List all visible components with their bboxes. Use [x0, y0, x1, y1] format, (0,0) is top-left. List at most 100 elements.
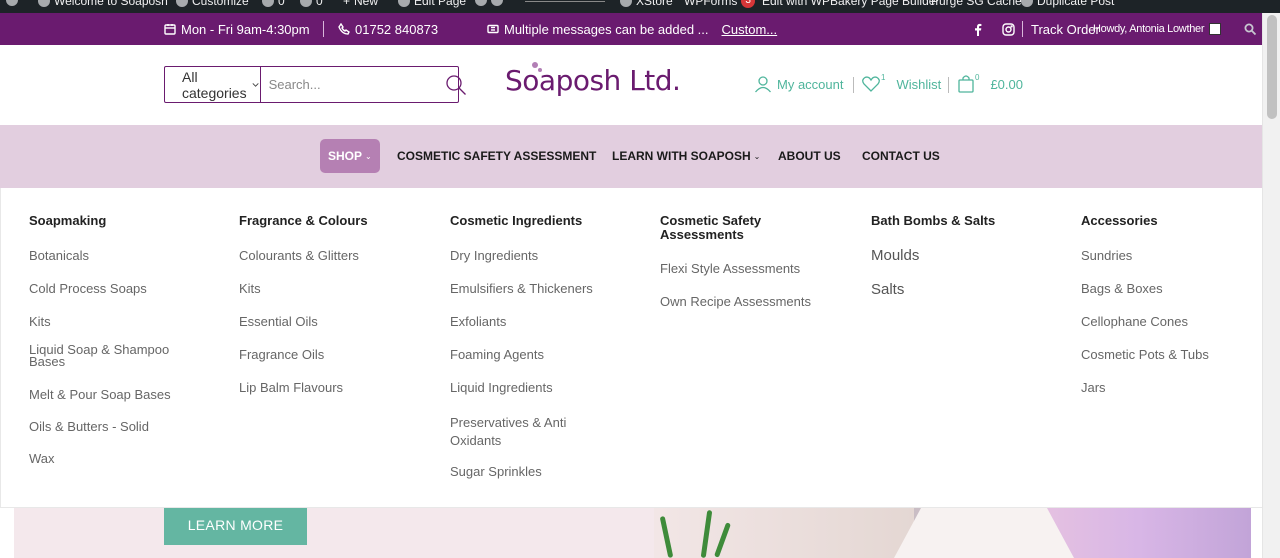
main-navigation: SHOP ⌄ COSMETIC SAFETY ASSESSMENT LEARN W…	[0, 125, 1262, 188]
menu-item[interactable]: Fragrance Oils	[239, 348, 429, 361]
learn-more-button[interactable]: LEARN MORE	[164, 504, 307, 545]
instagram-link[interactable]	[1002, 13, 1015, 45]
category-select[interactable]: All categories	[165, 67, 261, 102]
menu-item[interactable]: Flexi Style Assessments	[660, 262, 850, 275]
cart-link[interactable]: 0 £0.00	[958, 73, 1023, 95]
admin-site-name-link[interactable]: Welcome to Soaposh	[38, 0, 168, 8]
chevron-down-icon: ⌄	[753, 151, 761, 161]
menu-item[interactable]: Cold Process Soaps	[29, 282, 219, 295]
menu-column-soapmaking: Soapmaking Botanicals Cold Process Soaps…	[29, 214, 219, 466]
admin-stats-graph[interactable]	[525, 0, 605, 2]
wishlist-count: 1	[881, 72, 886, 82]
admin-customize-link[interactable]: Customize	[176, 0, 249, 8]
menu-item[interactable]: Botanicals	[29, 249, 219, 262]
menu-item[interactable]: Exfoliants	[450, 315, 640, 328]
menu-item[interactable]: Oils & Butters - Solid	[29, 420, 219, 433]
hero-image-left	[654, 508, 914, 558]
topbar-message: Multiple messages can be added ... Custo…	[487, 13, 777, 45]
duplicate-icon	[1021, 0, 1033, 7]
menu-item[interactable]: Moulds	[871, 248, 1061, 263]
site-header: All categories Soaposh Ltd. My account 1…	[0, 45, 1262, 125]
facebook-link[interactable]	[974, 13, 982, 45]
track-order-link[interactable]: Track Order	[1031, 13, 1100, 45]
top-info-bar: Mon - Fri 9am-4:30pm 01752 840873 Multip…	[0, 13, 1262, 45]
admin-xstore-link[interactable]: XStore	[620, 0, 673, 8]
menu-item[interactable]: Liquid Ingredients	[450, 381, 640, 394]
menu-item[interactable]: Dry Ingredients	[450, 249, 640, 262]
menu-heading[interactable]: Cosmetic Safety Assessments	[660, 214, 790, 242]
phone-number[interactable]: 01752 840873	[338, 13, 438, 45]
phone-icon	[338, 23, 350, 35]
menu-item[interactable]: Lip Balm Flavours	[239, 381, 429, 394]
admin-comments-link[interactable]: 0	[300, 0, 323, 8]
admin-wpforms-link[interactable]: WPForms 3	[684, 0, 755, 8]
menu-heading[interactable]: Cosmetic Ingredients	[450, 214, 640, 228]
menu-item[interactable]: Cellophane Cones	[1081, 315, 1271, 328]
menu-item[interactable]: Jars	[1081, 381, 1271, 394]
nav-learn[interactable]: LEARN WITH SOAPOSH ⌄	[612, 139, 760, 173]
nav-contact[interactable]: CONTACT US	[862, 139, 940, 173]
admin-search-button[interactable]	[1244, 13, 1257, 45]
admin-new-link[interactable]: + New	[343, 0, 378, 8]
menu-item[interactable]: Cosmetic Pots & Tubs	[1081, 348, 1271, 361]
site-logo[interactable]: Soaposh Ltd.	[505, 62, 681, 97]
wpforms-badge: 3	[741, 0, 755, 8]
admin-purge-link[interactable]: Purge SG Cache	[931, 0, 1022, 8]
menu-item[interactable]: Foaming Agents	[450, 348, 640, 361]
opening-hours: Mon - Fri 9am-4:30pm	[164, 13, 310, 45]
pencil-icon	[398, 0, 410, 7]
plus-icon: +	[343, 0, 351, 8]
admin-wpbakery-link[interactable]: Edit with WPBakery Page Builder	[762, 0, 939, 8]
menu-heading[interactable]: Soapmaking	[29, 214, 219, 228]
scrollbar-thumb[interactable]	[1267, 15, 1277, 119]
home-icon	[38, 0, 50, 7]
admin-updates-link[interactable]: 0	[262, 0, 285, 8]
header-separator	[948, 77, 949, 93]
wishlist-link[interactable]: 1 Wishlist	[862, 73, 941, 95]
howdy-user-menu[interactable]: Howdy, Antonia Lowther	[1093, 13, 1222, 45]
menu-item[interactable]: Salts	[871, 282, 1061, 297]
xstore-icon	[620, 0, 632, 7]
wordpress-logo-icon[interactable]	[6, 0, 18, 6]
avatar	[1209, 23, 1222, 35]
menu-item[interactable]: Wax	[29, 452, 219, 465]
menu-item[interactable]: Sugar Sprinkles	[450, 465, 640, 478]
menu-heading[interactable]: Fragrance & Colours	[239, 214, 429, 228]
menu-item[interactable]: Sundries	[1081, 249, 1271, 262]
user-icon	[755, 76, 771, 93]
search-input[interactable]	[260, 67, 445, 102]
status-dot-icon	[491, 0, 503, 6]
updates-icon	[262, 0, 274, 7]
menu-column-accessories: Accessories Sundries Bags & Boxes Cellop…	[1081, 214, 1271, 395]
facebook-icon	[975, 23, 982, 36]
topbar-separator	[323, 21, 324, 37]
logo-bubble-icon	[532, 62, 538, 68]
menu-heading[interactable]: Bath Bombs & Salts	[871, 214, 1061, 228]
menu-item[interactable]: Essential Oils	[239, 315, 429, 328]
chevron-down-icon	[252, 82, 260, 87]
admin-edit-page-link[interactable]: Edit Page	[398, 0, 466, 8]
menu-item[interactable]: Kits	[239, 282, 429, 295]
page-scrollbar[interactable]	[1262, 13, 1280, 558]
menu-item[interactable]: Liquid Soap & Shampoo Bases	[29, 343, 179, 368]
my-account-link[interactable]: My account	[754, 73, 843, 95]
yoast-icon	[475, 0, 487, 6]
nav-about[interactable]: ABOUT US	[778, 139, 841, 173]
nav-shop[interactable]: SHOP ⌄	[320, 139, 380, 173]
menu-item[interactable]: Preservatives & Anti Oxidants	[450, 414, 590, 450]
menu-item[interactable]: Bags & Boxes	[1081, 282, 1271, 295]
menu-item[interactable]: Melt & Pour Soap Bases	[29, 388, 219, 401]
nav-cosmetic-safety[interactable]: COSMETIC SAFETY ASSESSMENT	[397, 139, 596, 173]
comment-icon	[300, 0, 312, 7]
heart-icon	[862, 76, 880, 92]
custom-link[interactable]: Custom...	[722, 22, 778, 37]
menu-heading[interactable]: Accessories	[1081, 214, 1271, 228]
search-button[interactable]	[445, 67, 467, 102]
menu-item[interactable]: Colourants & Glitters	[239, 249, 429, 262]
menu-item[interactable]: Emulsifiers & Thickeners	[450, 282, 640, 295]
menu-item[interactable]: Kits	[29, 315, 219, 328]
menu-item[interactable]: Own Recipe Assessments	[660, 295, 850, 308]
admin-duplicate-link[interactable]: Duplicate Post	[1021, 0, 1114, 8]
logo-bubble-icon	[538, 68, 542, 72]
admin-yoast-link[interactable]	[475, 0, 503, 6]
